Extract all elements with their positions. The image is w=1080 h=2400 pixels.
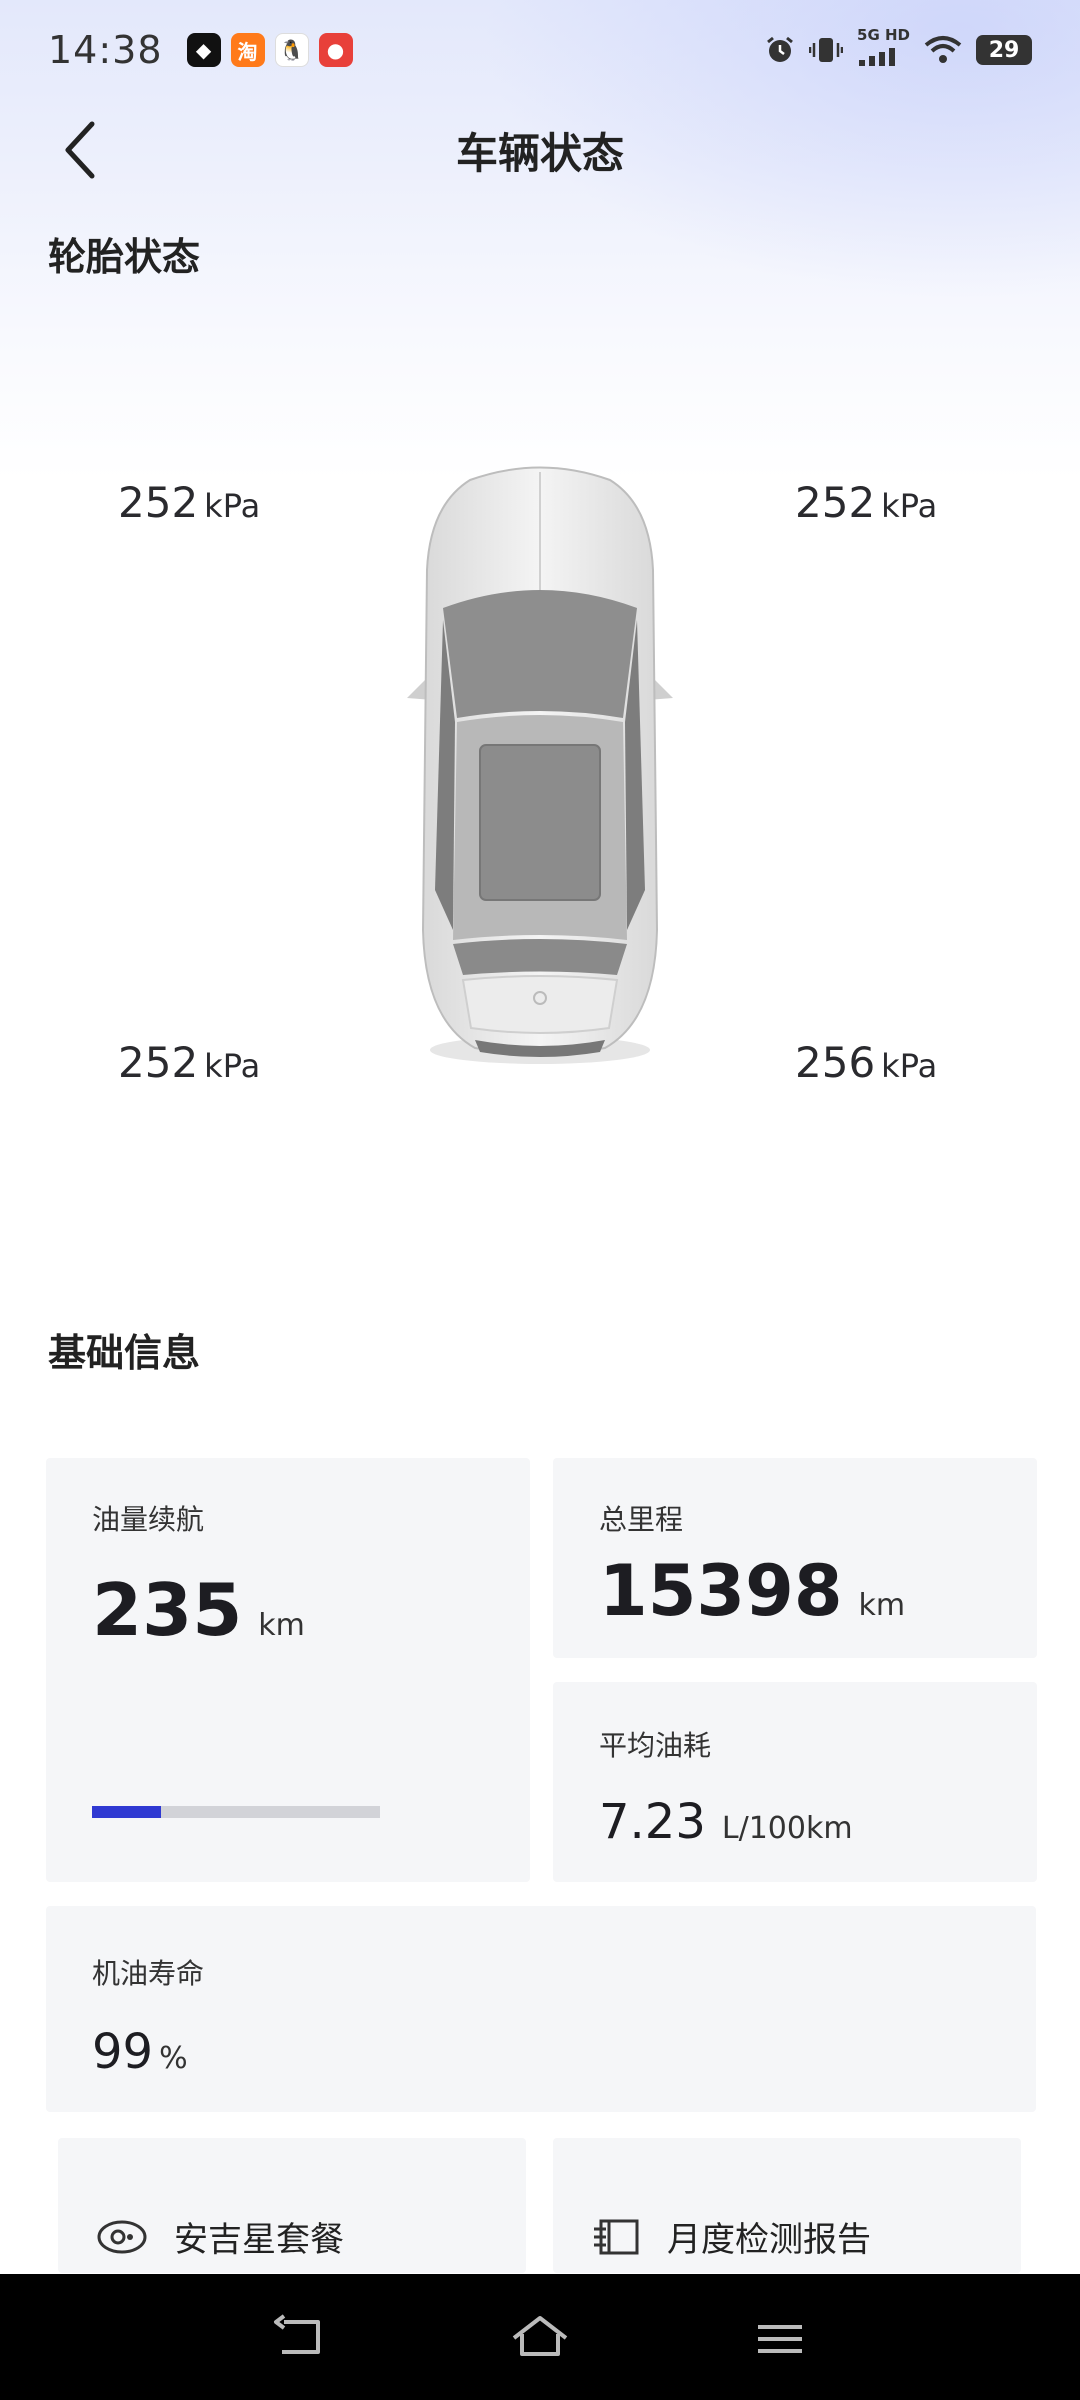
tire-front-right-value: 252: [795, 478, 876, 527]
tire-front-left-unit: kPa: [204, 487, 261, 525]
eye-icon: [97, 2220, 147, 2253]
oil-life-value: 99: [92, 2024, 154, 2080]
avg-consumption-label: 平均油耗: [599, 1729, 712, 1762]
battery-indicator: 29: [976, 35, 1032, 65]
oil-life-unit: %: [159, 2041, 188, 2076]
tire-front-left-value: 252: [118, 478, 199, 527]
tire-rear-left-value: 252: [118, 1038, 199, 1087]
total-mileage-unit: km: [858, 1588, 906, 1623]
oil-life-value-group: 99 %: [92, 2024, 188, 2080]
tire-rear-right: 256 kPa: [795, 1038, 937, 1087]
status-bar: 14:38 ◆ 淘 🐧 ● 5G HD 29: [0, 0, 1080, 100]
notification-icons: ◆ 淘 🐧 ●: [186, 33, 353, 67]
tire-rear-left: 252 kPa: [118, 1038, 260, 1087]
oil-life-card[interactable]: 机油寿命 99 %: [46, 1906, 1036, 2112]
total-mileage-card[interactable]: 总里程 15398 km: [553, 1458, 1037, 1658]
package-link-card[interactable]: 安吉星套餐: [58, 2138, 526, 2273]
network-type: 5G HD: [857, 26, 910, 44]
nav-home-button[interactable]: [500, 2302, 580, 2372]
tire-section-title: 轮胎状态: [48, 235, 201, 279]
fuel-range-card[interactable]: 油量续航 235 km: [46, 1458, 530, 1882]
report-link-label: 月度检测报告: [667, 2220, 871, 2260]
oil-life-label: 机油寿命: [92, 1957, 205, 1990]
avg-consumption-card[interactable]: 平均油耗 7.23 L/100km: [553, 1682, 1037, 1882]
wifi-icon: [924, 36, 962, 63]
alarm-icon: [767, 36, 793, 62]
nav-menu-icon: [758, 2325, 802, 2353]
page-title: 车辆状态: [455, 129, 624, 178]
nav-menu-button[interactable]: [740, 2302, 820, 2372]
nav-back-button[interactable]: [260, 2302, 340, 2372]
fuel-level-fill: [92, 1806, 162, 1818]
status-right: 5G HD 29: [765, 27, 1032, 73]
basic-info-section-title: 基础信息: [48, 1331, 201, 1375]
tire-rear-right-value: 256: [795, 1038, 876, 1087]
total-mileage-label: 总里程: [599, 1503, 684, 1536]
fuel-range-label: 油量续航: [92, 1503, 205, 1536]
car-top-view-image: [395, 460, 685, 1070]
total-mileage-value: 15398: [599, 1550, 843, 1632]
report-link-card[interactable]: 月度检测报告: [553, 2138, 1021, 2273]
app-notification-icon: ◆: [186, 33, 221, 67]
nav-home-icon: [512, 2316, 568, 2356]
qq-icon: 🐧: [274, 33, 309, 67]
fuel-level-bar: [92, 1806, 380, 1818]
signal-bars-icon: [859, 48, 896, 66]
page-header: 车辆状态: [0, 100, 1080, 200]
tire-rear-left-unit: kPa: [204, 1047, 261, 1085]
system-navigation-bar: [0, 2274, 1080, 2400]
fuel-range-value: 235: [92, 1568, 243, 1652]
status-time: 14:38: [48, 28, 163, 72]
report-icon: [594, 2219, 639, 2254]
nav-back-icon: [274, 2314, 320, 2354]
package-link-label: 安吉星套餐: [174, 2220, 344, 2260]
avg-consumption-value: 7.23: [599, 1794, 706, 1850]
tire-front-left: 252 kPa: [118, 478, 260, 527]
total-mileage-value-group: 15398 km: [599, 1550, 905, 1632]
tire-front-right-unit: kPa: [881, 487, 938, 525]
signal-indicator: 5G HD: [857, 27, 910, 73]
app-notification-icon-2: ●: [318, 33, 353, 67]
tire-front-right: 252 kPa: [795, 478, 937, 527]
vibrate-icon: [809, 38, 844, 62]
tire-rear-right-unit: kPa: [881, 1047, 938, 1085]
avg-consumption-value-group: 7.23 L/100km: [599, 1794, 853, 1850]
fuel-range-value-group: 235 km: [92, 1568, 305, 1652]
fuel-range-unit: km: [258, 1608, 305, 1643]
taobao-icon: 淘: [230, 33, 265, 67]
avg-consumption-unit: L/100km: [721, 1811, 853, 1846]
